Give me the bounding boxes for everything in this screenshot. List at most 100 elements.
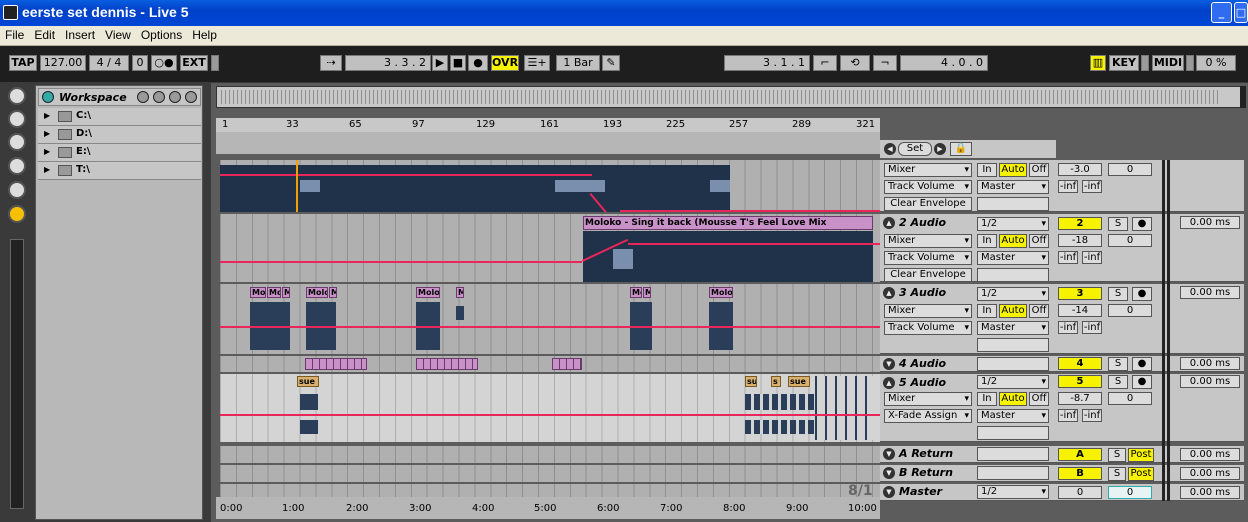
hide-browser-icon[interactable] <box>8 87 26 105</box>
key-map-button[interactable]: KEY <box>1109 55 1139 71</box>
clip-header[interactable]: su <box>745 376 757 387</box>
draw-mode-icon[interactable]: ✎ <box>602 55 620 71</box>
input-chooser[interactable]: 1/2 <box>977 217 1049 231</box>
drive-t[interactable]: ▶ T:\ <box>38 162 201 180</box>
song-position-field[interactable]: 3 . 3 . 2 <box>345 55 431 71</box>
ext-sync-button[interactable]: EXT <box>180 55 208 71</box>
clip-header[interactable]: M <box>643 287 651 298</box>
in-button[interactable]: In <box>977 304 997 318</box>
volume-field[interactable]: -3.0 <box>1058 163 1102 176</box>
expand-icon[interactable]: ▶ <box>44 165 50 174</box>
output-chooser[interactable] <box>977 466 1049 480</box>
time-signature-field[interactable]: 4 / 4 <box>89 55 129 71</box>
volume-field[interactable]: -18 <box>1058 234 1102 247</box>
automation-line[interactable] <box>220 326 880 328</box>
locator-ruler[interactable] <box>216 132 880 154</box>
track-name[interactable]: ▲ 3 Audio <box>883 286 946 299</box>
param-chooser[interactable]: Track Volume <box>884 321 972 335</box>
output-chooser[interactable] <box>977 447 1049 461</box>
solo-button[interactable]: S <box>1108 287 1128 301</box>
arm-button[interactable]: ● <box>1132 217 1152 231</box>
menu-edit[interactable]: Edit <box>29 26 60 42</box>
clip-header[interactable]: sue <box>297 376 319 387</box>
lock-icon[interactable]: 🔒 <box>950 142 972 156</box>
drive-e[interactable]: ▶ E:\ <box>38 144 201 162</box>
device-chooser[interactable]: Mixer <box>884 234 972 248</box>
solo-button[interactable]: S <box>1108 357 1128 371</box>
clip-header[interactable]: M <box>329 287 337 298</box>
param-chooser[interactable]: Track Volume <box>884 251 972 265</box>
return-lane-b[interactable] <box>220 465 880 482</box>
sub-routing[interactable] <box>977 426 1049 440</box>
menu-view[interactable]: View <box>100 26 136 42</box>
groove-field[interactable]: 0 <box>132 55 148 71</box>
in-button[interactable]: In <box>977 234 997 248</box>
automation-line[interactable] <box>220 414 880 416</box>
output-chooser[interactable]: Master <box>977 251 1049 265</box>
device-browser-icon[interactable] <box>8 157 26 175</box>
overdub-button[interactable]: OVR <box>491 55 519 71</box>
fold-down-icon[interactable]: ▼ <box>883 448 895 460</box>
solo-button[interactable]: S <box>1108 467 1126 481</box>
track-name[interactable]: ▼ A Return <box>883 447 953 460</box>
library-browser-icon[interactable] <box>8 181 26 199</box>
track-lane-4[interactable] <box>220 356 880 372</box>
track-delay-field[interactable]: 0.00 ms <box>1180 467 1240 480</box>
track-delay-field[interactable]: 0.00 ms <box>1180 286 1240 299</box>
punch-out-button[interactable]: ¬ <box>873 55 897 71</box>
track-lane-3[interactable]: Mo Mo M Molo M Molo M Mo M Molo <box>220 284 880 354</box>
record-button[interactable]: ● <box>468 55 488 71</box>
clip-header[interactable]: Molo <box>306 287 328 298</box>
tap-button[interactable]: TAP <box>9 55 37 71</box>
clear-envelope-button[interactable]: Clear Envelope <box>884 197 972 211</box>
clip-header[interactable]: Molo <box>709 287 733 298</box>
track-activator[interactable]: A <box>1058 448 1102 461</box>
off-button[interactable]: Off <box>1029 163 1049 177</box>
track-delay-field[interactable]: 0.00 ms <box>1180 216 1240 229</box>
master-lane[interactable]: 8/1 <box>220 484 880 497</box>
menu-file[interactable]: File <box>0 26 29 42</box>
stop-button[interactable]: ■ <box>450 55 466 71</box>
arm-button[interactable]: ● <box>1132 357 1152 371</box>
track-lane-5[interactable]: sue su s sue <box>220 374 880 442</box>
menu-help[interactable]: Help <box>187 26 222 42</box>
loop-switch-icon[interactable]: ⟲ <box>840 55 870 71</box>
volume-field[interactable]: -14 <box>1058 304 1102 317</box>
clip-header[interactable]: s <box>771 376 781 387</box>
arm-button[interactable]: ● <box>1132 287 1152 301</box>
device-chooser[interactable]: Mixer <box>884 304 972 318</box>
pan-field[interactable]: 0 <box>1108 304 1152 317</box>
clip-header[interactable]: Mo <box>267 287 281 298</box>
output-chooser[interactable]: Master <box>977 409 1049 423</box>
volume-field[interactable]: -8.7 <box>1058 392 1102 405</box>
output-chooser[interactable]: Master <box>977 321 1049 335</box>
sub-routing[interactable] <box>977 197 1049 211</box>
automation-line[interactable] <box>220 174 592 176</box>
minimize-button[interactable]: _ <box>1211 2 1232 23</box>
arm-button[interactable]: ● <box>1132 375 1152 389</box>
loop-length-field[interactable]: 4 . 0 . 0 <box>900 55 988 71</box>
browser-up-icon[interactable] <box>137 91 149 103</box>
output-chooser[interactable]: 1/2 <box>977 485 1049 499</box>
clip-group[interactable] <box>305 358 367 370</box>
post-button[interactable]: Post <box>1128 467 1154 481</box>
play-button[interactable]: ▶ <box>432 55 448 71</box>
expand-icon[interactable]: ▶ <box>44 111 50 120</box>
track-activator[interactable]: 2 <box>1058 217 1102 230</box>
track-activator[interactable]: 3 <box>1058 287 1102 300</box>
sub-routing[interactable] <box>977 338 1049 352</box>
quantize-menu[interactable]: 1 Bar <box>556 55 600 71</box>
param-chooser[interactable]: X-Fade Assign <box>884 409 972 423</box>
auto-button[interactable]: Auto <box>999 234 1027 248</box>
drive-c[interactable]: ▶ C:\ <box>38 108 201 126</box>
browser-scrollbar[interactable] <box>10 239 24 509</box>
clip-header[interactable]: Molo <box>416 287 440 298</box>
solo-button[interactable]: S <box>1108 448 1126 462</box>
track-activator[interactable]: B <box>1058 467 1102 480</box>
post-button[interactable]: Post <box>1128 448 1154 462</box>
input-chooser[interactable]: 1/2 <box>977 375 1049 389</box>
metronome-button[interactable]: ○● <box>151 55 177 71</box>
track-delay-field[interactable]: 0.00 ms <box>1180 357 1240 370</box>
clip-header[interactable]: M <box>456 287 464 298</box>
auto-button[interactable]: Auto <box>999 392 1027 406</box>
